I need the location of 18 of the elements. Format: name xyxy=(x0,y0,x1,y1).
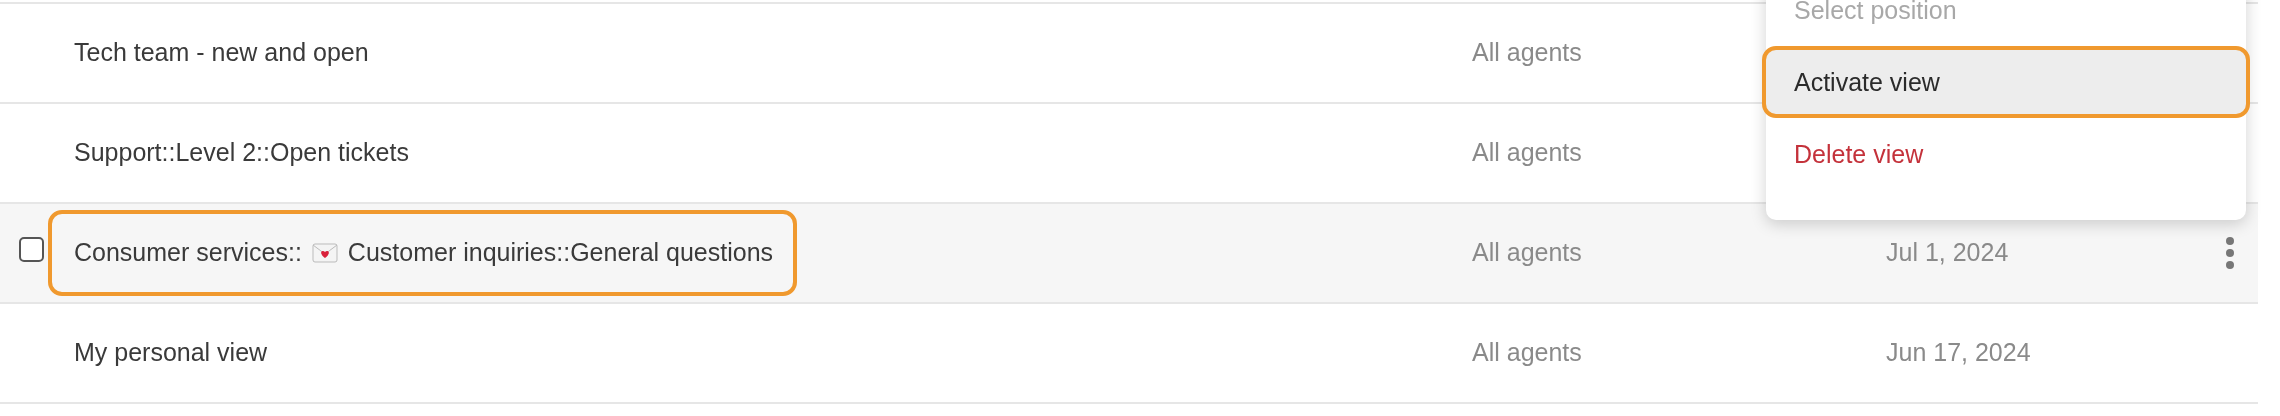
view-title[interactable]: Customer inquiries::General questions xyxy=(347,234,774,272)
view-title[interactable]: Support::Level 2::Open tickets xyxy=(74,134,409,172)
view-title[interactable]: My personal view xyxy=(74,334,268,372)
view-title[interactable]: Consumer services:: xyxy=(74,234,302,272)
audience-text: All agents xyxy=(1472,338,1582,367)
audience-text: All agents xyxy=(1472,238,1582,267)
audience-text: All agents xyxy=(1472,138,1582,167)
love-letter-icon xyxy=(311,243,338,263)
table-row[interactable]: My personal view All agents Jun 17, 2024 xyxy=(0,304,2258,404)
date-text: Jun 17, 2024 xyxy=(1886,338,2031,367)
row-checkbox[interactable] xyxy=(18,236,44,262)
more-options-icon[interactable] xyxy=(2225,237,2235,269)
view-title[interactable]: Tech team - new and open xyxy=(74,34,369,72)
menu-item[interactable]: Delete view xyxy=(1762,118,2250,190)
menu-item[interactable]: Activate view xyxy=(1762,46,2250,118)
table-row[interactable]: Consumer services:: Customer inquiries::General questions All agents Jul 1, 2024 xyxy=(0,204,2258,304)
date-text: Jul 1, 2024 xyxy=(1886,238,2009,267)
audience-text: All agents xyxy=(1472,38,1582,67)
